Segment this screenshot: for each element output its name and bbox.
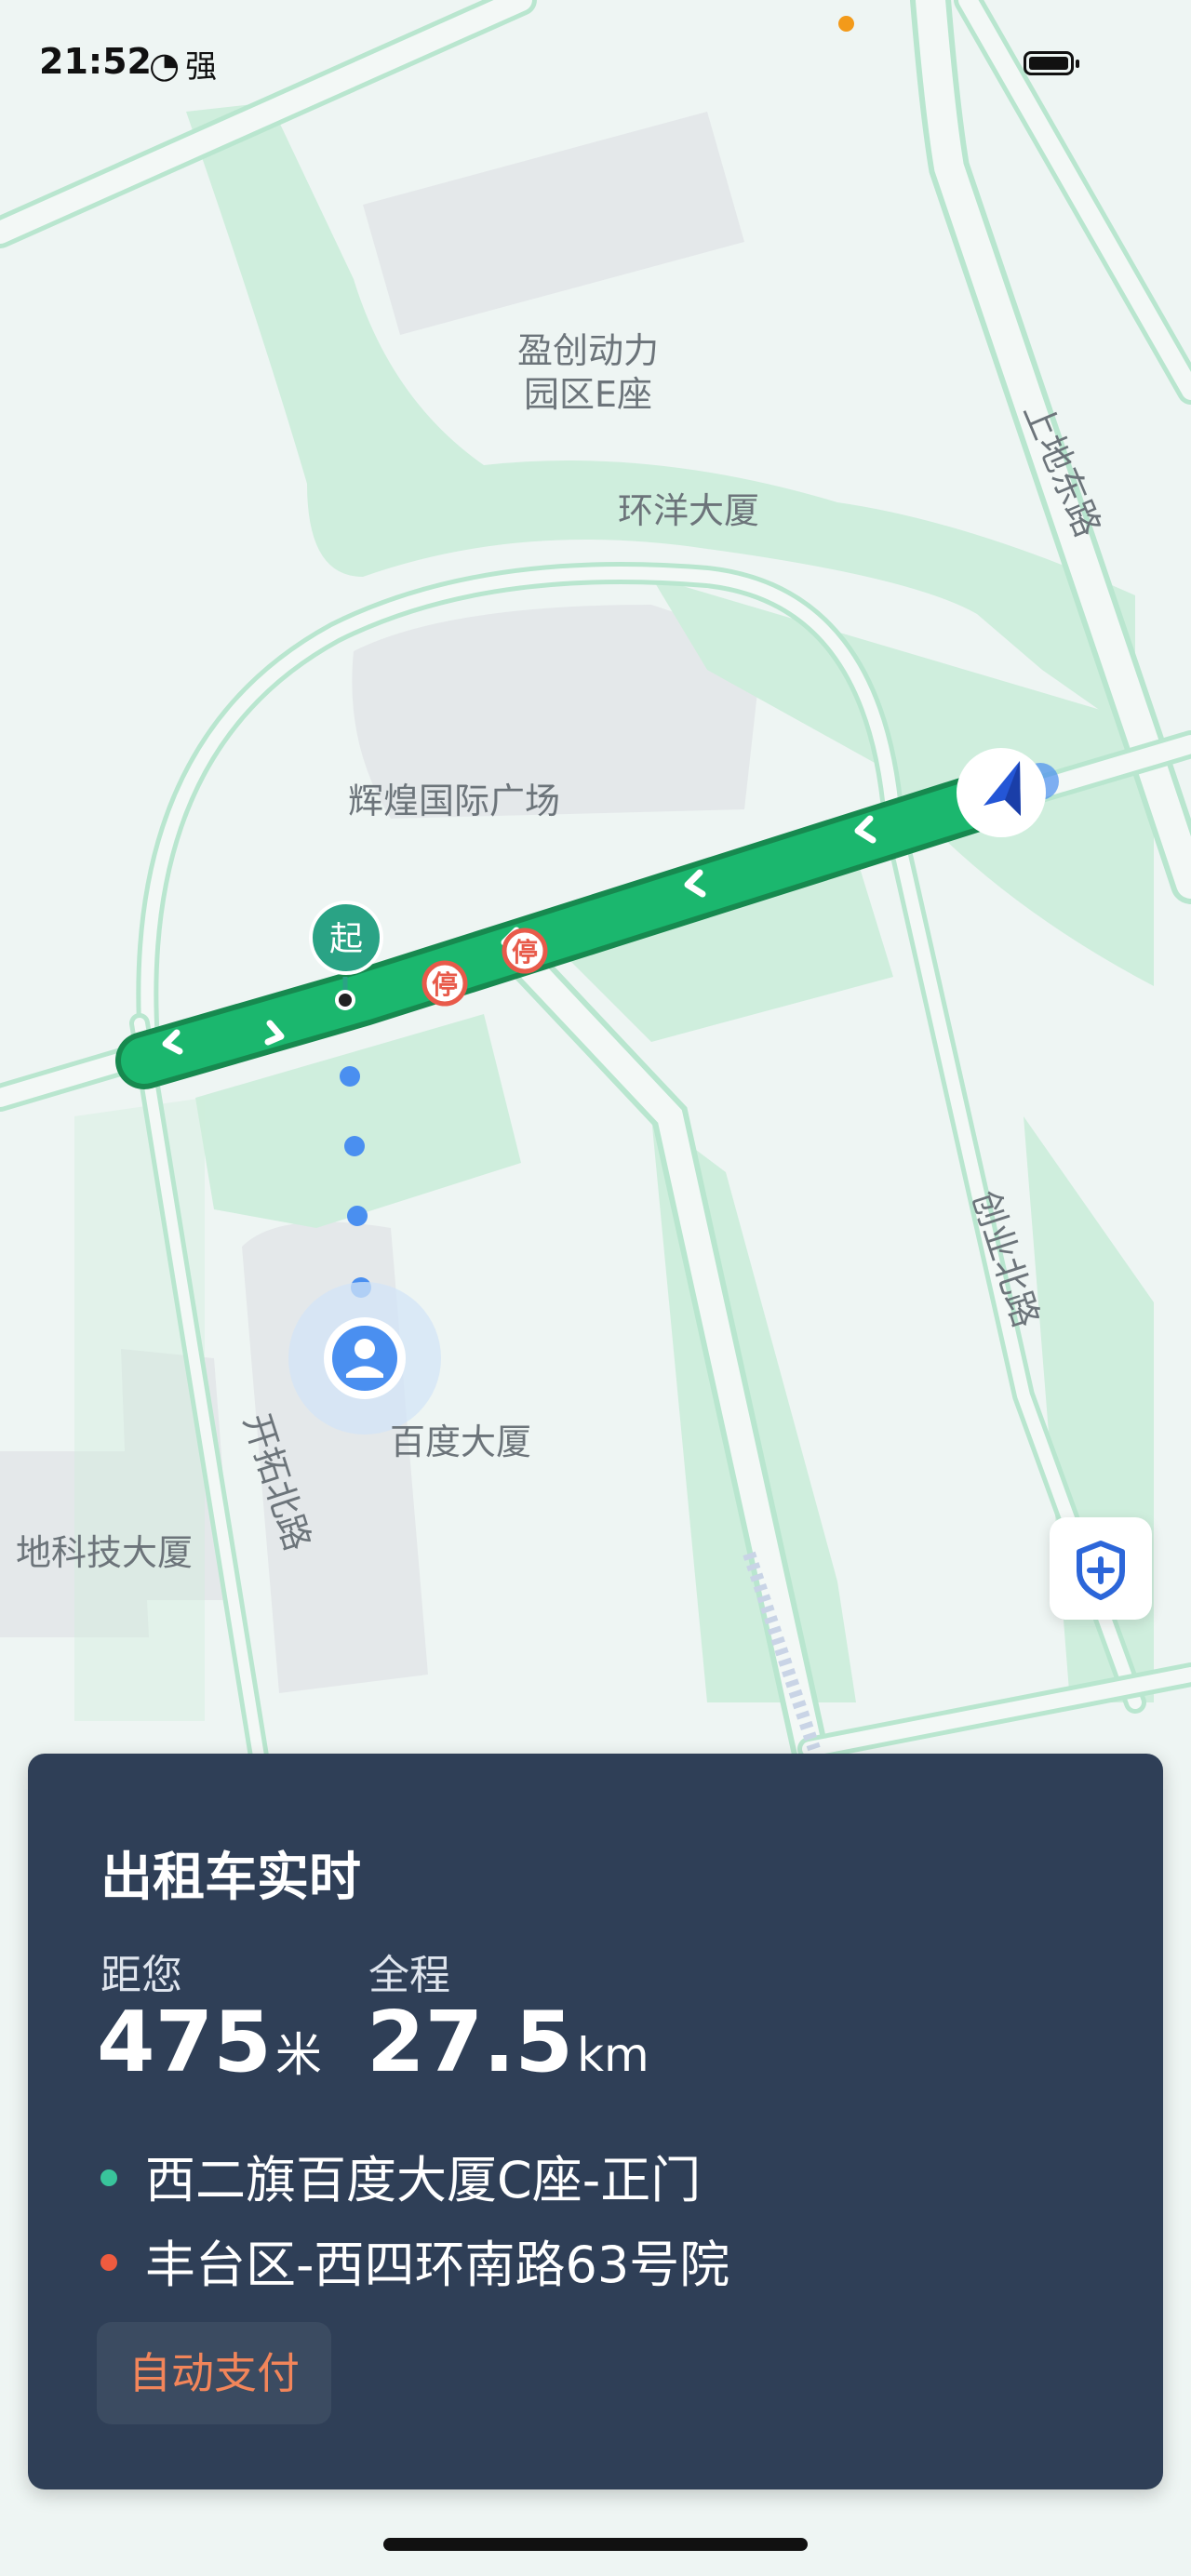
safety-shield-button[interactable] — [1050, 1517, 1152, 1620]
origin-text: 西二旗百度大厦C座-正门 — [145, 2151, 702, 2209]
building-label: 百度大厦 — [390, 1421, 531, 1462]
destination-dot — [100, 2254, 117, 2272]
user-location-marker[interactable] — [288, 1282, 441, 1435]
trip-info-panel: 出租车实时 距您 475米 全程 27.5km 西二旗百度大厦C座-正门 丰台区… — [28, 1754, 1163, 2489]
total-number: 27.5 — [367, 1994, 574, 2091]
total-value: 27.5km — [367, 1994, 649, 2091]
user-avatar-icon — [355, 1339, 375, 1359]
origin-address: 西二旗百度大厦C座-正门 — [100, 2139, 701, 2212]
signal-label: 强 — [185, 48, 218, 86]
stop-sign-label: 停 — [512, 937, 538, 968]
signal-indicator: ◔ 强 — [149, 41, 217, 87]
building-label: 园区E座 — [524, 374, 652, 415]
building-label: 辉煌国际广场 — [348, 781, 560, 821]
building-label: 盈创动力 — [517, 330, 659, 371]
distance-number: 475 — [97, 1994, 272, 2091]
destination-text: 丰台区-西四环南路63号院 — [145, 2236, 730, 2294]
battery-icon — [1024, 51, 1079, 75]
distance-label: 距您 — [100, 1952, 182, 1999]
stop-sign[interactable]: 停 — [502, 928, 548, 974]
privacy-indicator-dot — [838, 16, 854, 32]
home-indicator[interactable] — [383, 2538, 808, 2551]
total-unit: km — [577, 2028, 649, 2082]
distance-unit: 米 — [274, 2028, 322, 2082]
building-label: 环洋大厦 — [618, 490, 759, 531]
destination-address: 丰台区-西四环南路63号院 — [100, 2223, 729, 2297]
start-marker-label: 起 — [329, 920, 363, 958]
auto-pay-button[interactable]: 自动支付 — [97, 2322, 331, 2424]
shield-plus-icon — [1077, 1541, 1125, 1600]
total-label: 全程 — [368, 1952, 450, 1999]
status-time: 21:52 — [39, 41, 152, 82]
signal-icon: ◔ — [149, 45, 181, 86]
origin-dot — [100, 2169, 117, 2187]
distance-value: 475米 — [97, 1994, 322, 2091]
stop-sign-label: 停 — [432, 969, 458, 1000]
panel-title: 出租车实时 — [100, 1848, 361, 1908]
building-label: 地科技大厦 — [16, 1532, 193, 1573]
stop-sign[interactable]: 停 — [422, 960, 468, 1007]
